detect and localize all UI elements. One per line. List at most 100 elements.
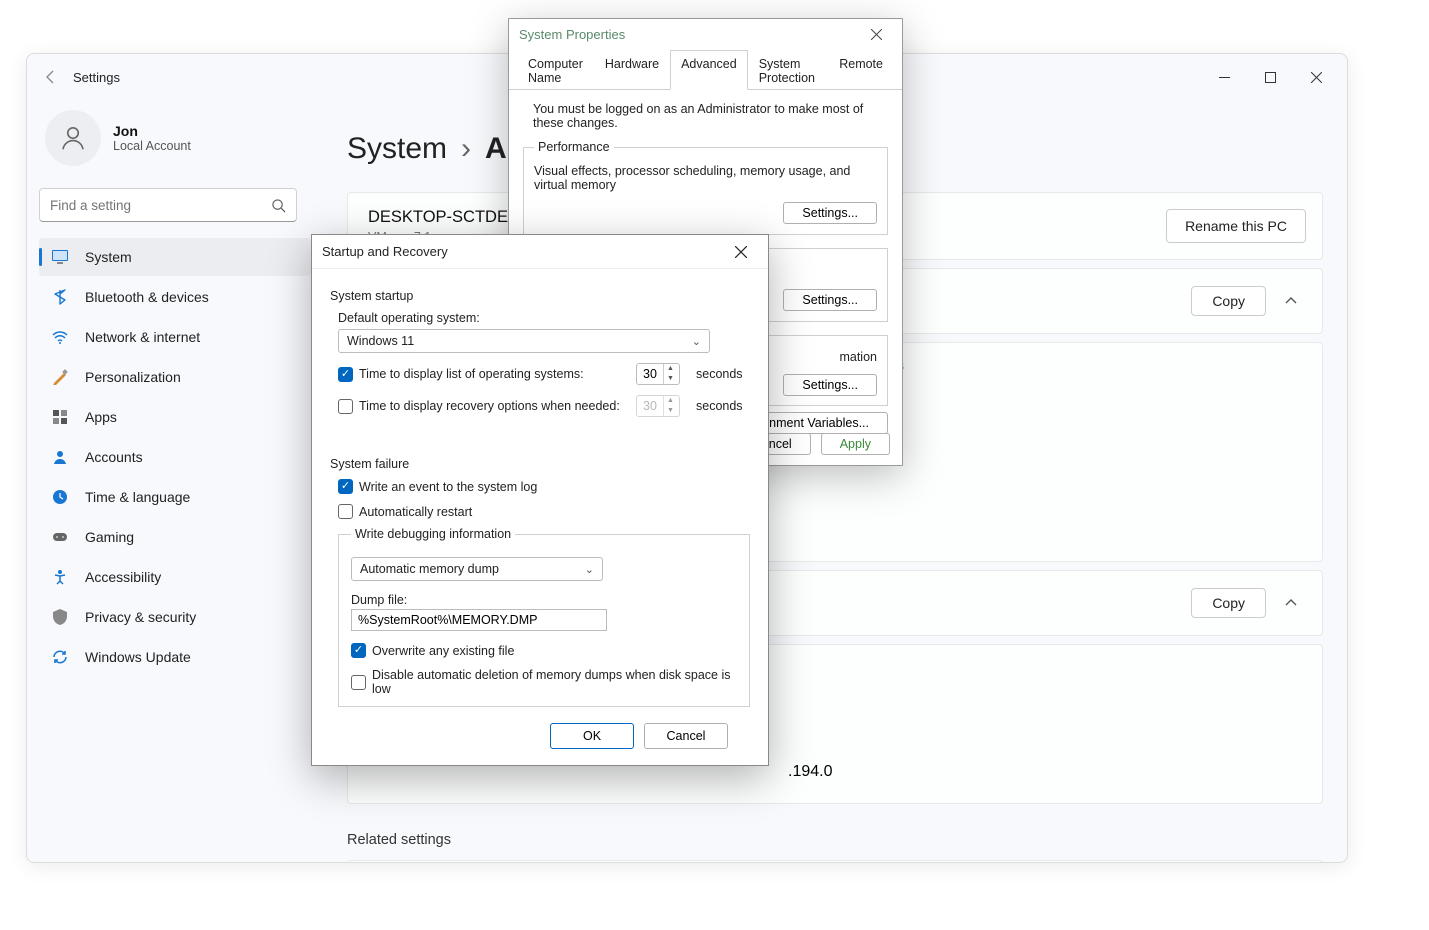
nav-accessibility[interactable]: Accessibility: [39, 558, 311, 596]
nav-accounts[interactable]: Accounts: [39, 438, 311, 476]
close-button[interactable]: [1293, 54, 1339, 100]
chevron-up-icon[interactable]: [1284, 596, 1302, 610]
sidebar: Jon Local Account System Bluetooth & dev…: [27, 100, 323, 862]
auto-restart-label: Automatically restart: [359, 505, 472, 519]
personalization-icon: [49, 366, 71, 388]
nav-gaming[interactable]: Gaming: [39, 518, 311, 556]
startup-recovery-dialog: Startup and Recovery System startup Defa…: [311, 234, 769, 766]
default-os-select[interactable]: Windows 11 ⌄: [338, 329, 710, 353]
nav-label: Accounts: [85, 449, 143, 465]
spin-down-icon[interactable]: ▼: [664, 374, 677, 384]
tab-advanced[interactable]: Advanced: [670, 50, 748, 90]
time-recovery-spinner[interactable]: ▲▼: [636, 395, 680, 417]
spin-up-icon[interactable]: ▲: [664, 396, 677, 406]
tab-computer-name[interactable]: Computer Name: [517, 50, 594, 90]
back-button[interactable]: [35, 61, 67, 93]
tab-hardware[interactable]: Hardware: [594, 50, 670, 90]
dialog-titlebar[interactable]: System Properties: [509, 19, 902, 49]
nav-label: Time & language: [85, 489, 190, 505]
admin-note: You must be logged on as an Administrato…: [523, 100, 888, 140]
system-failure-label: System failure: [330, 457, 750, 471]
time-display-os-label: Time to display list of operating system…: [359, 367, 630, 381]
nav-label: Network & internet: [85, 329, 200, 345]
nav-bluetooth[interactable]: Bluetooth & devices: [39, 278, 311, 316]
dump-file-input[interactable]: [351, 609, 607, 631]
time-recovery-checkbox[interactable]: [338, 399, 353, 414]
write-debug-legend: Write debugging information: [351, 527, 515, 541]
nav-label: Gaming: [85, 529, 134, 545]
nav-privacy[interactable]: Privacy & security: [39, 598, 311, 636]
default-os-value: Windows 11: [347, 334, 414, 348]
nav-personalization[interactable]: Personalization: [39, 358, 311, 396]
auto-restart-checkbox[interactable]: [338, 504, 353, 519]
nav-label: Apps: [85, 409, 117, 425]
startup-settings-button[interactable]: Settings...: [783, 374, 877, 396]
time-recovery-value[interactable]: [637, 399, 663, 413]
close-button[interactable]: [724, 235, 758, 269]
copy-button[interactable]: Copy: [1191, 588, 1266, 618]
nav-update[interactable]: Windows Update: [39, 638, 311, 676]
maximize-button[interactable]: [1247, 54, 1293, 100]
chevron-down-icon: ⌄: [692, 335, 701, 348]
write-event-label: Write an event to the system log: [359, 480, 537, 494]
nav-label: Bluetooth & devices: [85, 289, 209, 305]
close-button[interactable]: [860, 19, 892, 49]
tab-system-protection[interactable]: System Protection: [748, 50, 829, 90]
app-title: Settings: [73, 70, 120, 85]
related-card[interactable]: [347, 860, 1323, 862]
minimize-button[interactable]: [1201, 54, 1247, 100]
dialog-footer: OK Cancel: [330, 707, 750, 749]
dump-type-value: Automatic memory dump: [360, 562, 499, 576]
dialog-titlebar[interactable]: Startup and Recovery: [312, 235, 768, 269]
default-os-label: Default operating system:: [338, 311, 750, 325]
performance-settings-button[interactable]: Settings...: [783, 202, 877, 224]
tab-remote[interactable]: Remote: [828, 50, 894, 90]
system-startup-label: System startup: [330, 289, 750, 303]
time-display-os-spinner[interactable]: ▲▼: [636, 363, 680, 385]
overwrite-checkbox[interactable]: ✓: [351, 643, 366, 658]
nav-system[interactable]: System: [39, 238, 311, 276]
dump-type-select[interactable]: Automatic memory dump ⌄: [351, 557, 603, 581]
accounts-icon: [49, 446, 71, 468]
time-display-os-checkbox[interactable]: ✓: [338, 367, 353, 382]
rename-pc-button[interactable]: Rename this PC: [1166, 209, 1306, 243]
performance-desc: Visual effects, processor scheduling, me…: [534, 164, 877, 192]
spin-up-icon[interactable]: ▲: [664, 364, 677, 374]
nav-apps[interactable]: Apps: [39, 398, 311, 436]
chevron-right-icon: ›: [461, 132, 471, 166]
nav-label: Accessibility: [85, 569, 161, 585]
time-display-os-value[interactable]: [637, 367, 663, 381]
nav-label: Windows Update: [85, 649, 191, 665]
search-input[interactable]: [50, 198, 271, 213]
ok-button[interactable]: OK: [550, 723, 634, 749]
spin-down-icon[interactable]: ▼: [664, 406, 677, 416]
nav-label: Privacy & security: [85, 609, 196, 625]
copy-button[interactable]: Copy: [1191, 286, 1266, 316]
chevron-down-icon: ⌄: [585, 563, 594, 576]
overwrite-label: Overwrite any existing file: [372, 644, 514, 658]
user-block[interactable]: Jon Local Account: [39, 100, 311, 188]
chevron-up-icon[interactable]: [1284, 294, 1302, 308]
disable-delete-label: Disable automatic deletion of memory dum…: [372, 668, 737, 696]
write-event-checkbox[interactable]: ✓: [338, 479, 353, 494]
nav-network[interactable]: Network & internet: [39, 318, 311, 356]
ip-fragment: .194.0: [788, 763, 832, 781]
bluetooth-icon: [49, 286, 71, 308]
breadcrumb-parent[interactable]: System: [347, 132, 447, 166]
user-name: Jon: [113, 123, 191, 139]
apply-button[interactable]: Apply: [821, 433, 890, 455]
time-icon: [49, 486, 71, 508]
cancel-button[interactable]: Cancel: [644, 723, 728, 749]
apps-icon: [49, 406, 71, 428]
search-box[interactable]: [39, 188, 297, 222]
gaming-icon: [49, 526, 71, 548]
nav-time[interactable]: Time & language: [39, 478, 311, 516]
nav-label: System: [85, 249, 132, 265]
nav-label: Personalization: [85, 369, 181, 385]
disable-delete-checkbox[interactable]: [351, 675, 366, 690]
performance-legend: Performance: [534, 140, 614, 154]
update-icon: [49, 646, 71, 668]
performance-group: Performance Visual effects, processor sc…: [523, 140, 888, 235]
user-profiles-settings-button[interactable]: Settings...: [783, 289, 877, 311]
dump-file-label: Dump file:: [351, 593, 737, 607]
